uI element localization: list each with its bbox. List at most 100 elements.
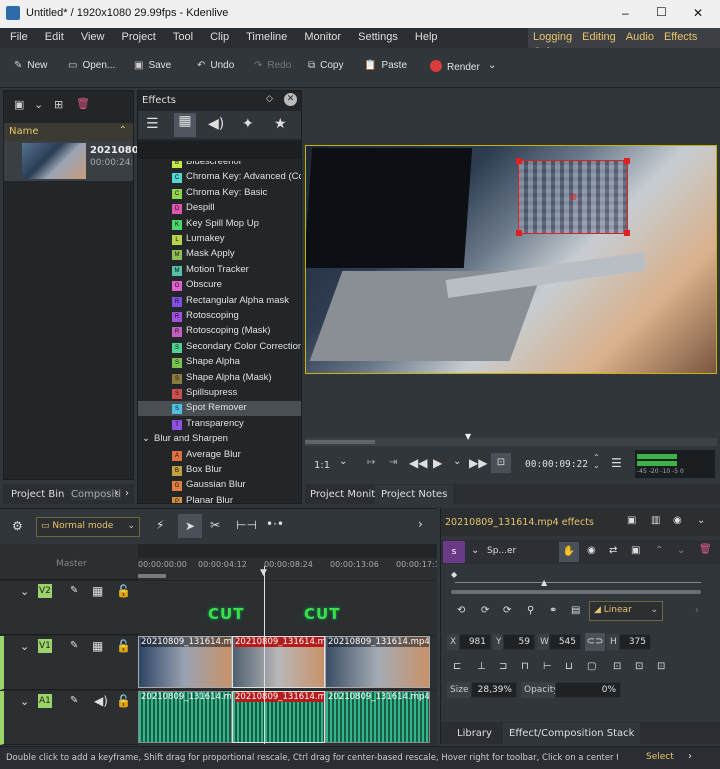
effect-item[interactable]: C Chroma Key: Basic	[138, 186, 301, 201]
original-size-icon[interactable]: ▢	[587, 661, 596, 672]
h-input[interactable]: 375	[619, 634, 651, 650]
close-panel-icon[interactable]: ✕	[284, 93, 297, 106]
video-clip-3[interactable]: 20210809_131614.mp4	[325, 636, 430, 688]
title-clip-cut-1[interactable]: CUT	[208, 605, 244, 623]
tab-effect-stack[interactable]: Effect/Composition Stack	[503, 723, 641, 744]
collapse-chevron-icon[interactable]: ⌄	[20, 695, 29, 708]
tab-library[interactable]: Library	[457, 728, 492, 739]
handle-bl-icon[interactable]	[516, 230, 522, 236]
expand-right-icon[interactable]: ›	[418, 517, 423, 531]
more-tools-icon[interactable]: •·•	[266, 517, 284, 531]
menu-project[interactable]: Project	[122, 28, 156, 43]
monitor-scrub-bar[interactable]: ▼	[305, 432, 717, 446]
effect-item[interactable]: A Average Blur	[138, 448, 301, 463]
keyframe-mode-icon[interactable]: ✋	[559, 542, 579, 562]
y-input[interactable]: 59	[503, 634, 535, 650]
handle-tl-icon[interactable]	[516, 158, 522, 164]
effect-item[interactable]: S Spillsupress	[138, 386, 301, 401]
effect-item[interactable]: R Rotoscoping	[138, 309, 301, 324]
size-input[interactable]: 28,39%	[471, 682, 517, 698]
playhead-marker-icon[interactable]: ▼	[465, 432, 471, 441]
timecode-spin-icon[interactable]: ⌃ ⌄	[593, 454, 600, 470]
keyframe-align-icon[interactable]: ⚲	[527, 605, 534, 616]
effect-item[interactable]: T Transparency	[138, 417, 301, 432]
fit-frame-icon[interactable]: ⊡	[657, 661, 665, 672]
move-up-icon[interactable]: ⌃	[655, 545, 663, 556]
hide-track-icon[interactable]: ▦	[92, 639, 103, 653]
close-button[interactable]: ✕	[693, 6, 703, 20]
razor-tool-icon[interactable]: ✂	[210, 518, 220, 532]
video-clip-1[interactable]: 20210809_131614.mp4	[138, 636, 232, 688]
hide-track-icon[interactable]: ▦	[92, 584, 103, 598]
align-top-icon[interactable]: ⊓	[521, 661, 529, 672]
menu-view[interactable]: View	[81, 28, 105, 43]
keyframe-attach-icon[interactable]: ⚭	[549, 605, 557, 616]
menu-file[interactable]: File	[10, 28, 28, 43]
effect-item[interactable]: M Mask Apply	[138, 247, 301, 262]
toggle-visibility-icon[interactable]: ◉	[587, 545, 596, 556]
effect-item[interactable]: S Shape Alpha (Mask)	[138, 371, 301, 386]
keyframe-timeline[interactable]: ◆ ▲	[449, 568, 705, 596]
menu-edit[interactable]: Edit	[45, 28, 64, 43]
video-clip-2[interactable]: 20210809_131614.mp4	[232, 636, 325, 688]
zone-in-icon[interactable]: ↦	[367, 457, 375, 468]
add-folder-icon[interactable]: ⊞	[54, 98, 63, 111]
keyframe-cursor-icon[interactable]: ▲	[541, 578, 547, 587]
lock-ratio-icon[interactable]: ⊂⊃	[585, 633, 605, 651]
workspace-effects[interactable]: Effects	[659, 28, 702, 43]
bin-column-header[interactable]: Name ⌃	[4, 123, 133, 141]
effect-item[interactable]: L Lumakey	[138, 232, 301, 247]
effect-item[interactable]: G Gaussian Blur	[138, 478, 301, 493]
effect-item[interactable]: S Spot Remover	[138, 401, 301, 417]
handle-br-icon[interactable]	[624, 230, 630, 236]
bin-clip-item[interactable]: 20210809_ 00:00:24:10	[4, 141, 151, 181]
track-name-a1[interactable]: A1	[38, 694, 52, 708]
save-stack-icon[interactable]: ▣	[627, 515, 636, 526]
forward-icon[interactable]: ▶▶	[469, 456, 487, 470]
keyframe-marker-icon[interactable]: ◆	[451, 570, 457, 579]
video-effects-icon[interactable]: ▦	[174, 113, 196, 137]
maximize-button[interactable]: ☐	[656, 5, 667, 19]
prev-keyframe-icon[interactable]: ⟲	[457, 605, 465, 616]
add-keyframe-icon[interactable]: ⟳	[481, 605, 489, 616]
align-right-icon[interactable]: ⊐	[499, 661, 507, 672]
effect-item[interactable]: B Bluescreen0r	[138, 161, 301, 170]
menu-clip[interactable]: Clip	[210, 28, 229, 43]
effects-icon[interactable]: ✎	[70, 695, 78, 706]
rewind-icon[interactable]: ◀◀	[409, 456, 427, 470]
x-input[interactable]: 981	[459, 634, 491, 650]
align-left-icon[interactable]: ⊏	[453, 661, 461, 672]
effect-search-input[interactable]	[138, 141, 301, 159]
audio-clip-1[interactable]: 20210809_131614.mp4	[138, 691, 232, 743]
redo-button[interactable]: ↷ Redo	[254, 60, 291, 71]
play-icon[interactable]: ▶	[433, 456, 442, 470]
lock-icon[interactable]: 🔓	[116, 694, 131, 708]
save-effect-icon[interactable]: ▣	[631, 545, 640, 556]
custom-effects-icon[interactable]: ✦	[242, 116, 254, 132]
fit-height-icon[interactable]: ⊡	[635, 661, 643, 672]
compare-icon[interactable]: ⇄	[609, 545, 617, 556]
split-compare-icon[interactable]: ▥	[651, 515, 660, 526]
timeline-settings-icon[interactable]: ⚙	[12, 519, 23, 533]
keyframe-more-icon[interactable]: ›	[695, 605, 699, 616]
interpolation-select[interactable]: ◢ Linear ⌄	[589, 601, 663, 621]
title-clip-cut-2[interactable]: CUT	[304, 605, 340, 623]
menu-tool[interactable]: Tool	[173, 28, 193, 43]
select-tool-icon[interactable]: ➤	[178, 514, 202, 538]
effect-item[interactable]: S Shape Alpha	[138, 355, 301, 370]
favorites-icon[interactable]: ★	[274, 116, 287, 132]
effect-collapse-chevron-icon[interactable]: ⌄	[471, 545, 479, 556]
copy-button[interactable]: ⧉ Copy	[308, 60, 344, 71]
effect-group-blur[interactable]: ⌄ Blur and Sharpen	[138, 432, 301, 447]
tab-scroll-left-icon[interactable]: ‹	[115, 488, 119, 499]
menu-settings[interactable]: Settings	[358, 28, 398, 43]
workspace-logging[interactable]: Logging	[528, 28, 577, 43]
zoom-dropdown-icon[interactable]: ⌄	[339, 456, 347, 467]
tab-compositions[interactable]: Compositi	[71, 489, 121, 500]
slip-tool-icon[interactable]: ⊢⊣	[236, 518, 257, 532]
collapse-chevron-icon[interactable]: ⌄	[20, 640, 29, 653]
paste-button[interactable]: 📋 Paste	[364, 60, 407, 71]
collapse-effects-icon[interactable]: ⌄	[697, 515, 705, 526]
open-button[interactable]: ▭ Open...	[68, 60, 115, 71]
menu-help[interactable]: Help	[415, 28, 438, 43]
